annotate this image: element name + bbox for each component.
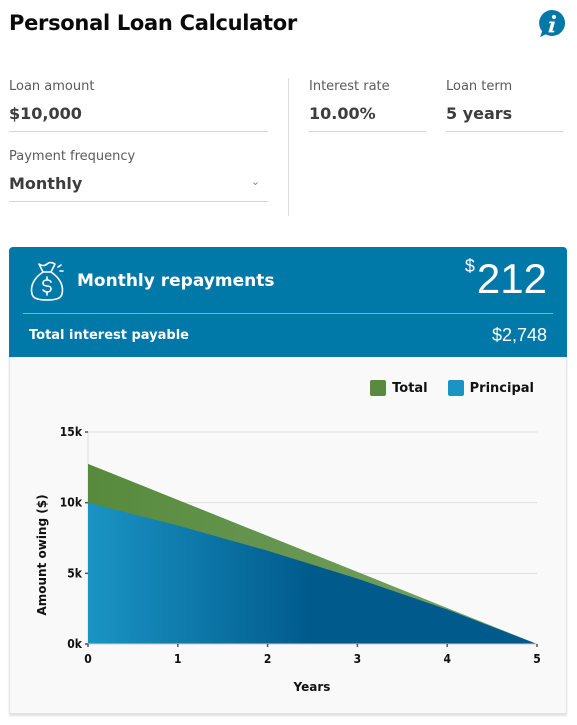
- y-axis-title: Amount owing ($): [35, 494, 49, 615]
- loan-amount-label: Loan amount: [9, 79, 95, 94]
- interest-rate-input[interactable]: 10.00%: [309, 104, 426, 123]
- interest-rate-field[interactable]: Interest rate 10.00%: [309, 79, 426, 133]
- x-tick-label: 0: [84, 652, 92, 666]
- currency-symbol: $: [464, 256, 475, 276]
- loan-amount-underline: [9, 131, 268, 132]
- loan-term-label: Loan term: [446, 79, 513, 94]
- x-tick-label: 2: [264, 652, 272, 666]
- info-icon[interactable]: [537, 9, 567, 39]
- repayment-amount: $212: [465, 255, 547, 303]
- column-divider: [288, 78, 289, 216]
- y-tick-label: 5k: [67, 566, 83, 580]
- y-tick-label: 15k: [60, 425, 83, 439]
- x-tick-label: 5: [533, 652, 541, 666]
- result-divider: [23, 313, 553, 314]
- money-bag-icon: [30, 261, 64, 301]
- interest-payable-label: Total interest payable: [29, 328, 189, 343]
- y-tick-label: 10k: [60, 496, 83, 510]
- x-tick-label: 4: [443, 652, 451, 666]
- loan-term-input[interactable]: 5 years: [446, 104, 563, 123]
- payment-frequency-select[interactable]: Payment frequency Monthly ⌄: [9, 149, 268, 203]
- payment-frequency-underline: [9, 201, 268, 202]
- loan-balance-chart: 0k 5k 10k 15k 0 1 2 3 4 5 Years Amount owing ($): [35, 425, 541, 694]
- result-panel: Monthly repayments $212 Total interest p…: [9, 247, 567, 357]
- repayment-value: 212: [476, 255, 547, 302]
- y-tick-label: 0k: [67, 637, 83, 651]
- interest-rate-label: Interest rate: [309, 79, 390, 94]
- loan-amount-input[interactable]: $10,000: [9, 104, 268, 123]
- loan-term-field[interactable]: Loan term 5 years: [446, 79, 563, 133]
- interest-payable-value: $2,748: [491, 325, 547, 345]
- page-title: Personal Loan Calculator: [9, 11, 297, 35]
- payment-frequency-value[interactable]: Monthly: [9, 174, 268, 193]
- x-axis-title: Years: [293, 680, 331, 694]
- x-tick-label: 3: [354, 652, 362, 666]
- x-tick-label: 1: [174, 652, 182, 666]
- loan-amount-field[interactable]: Loan amount $10,000: [9, 79, 268, 133]
- payment-frequency-label: Payment frequency: [9, 149, 136, 164]
- chevron-down-icon[interactable]: ⌄: [251, 175, 260, 188]
- interest-rate-underline: [309, 131, 426, 132]
- repayment-label: Monthly repayments: [77, 271, 275, 291]
- loan-term-underline: [446, 131, 563, 132]
- chart-card: Total Principal 0k 5k 10k 15k 0 1 2 3 4 5 Years A…: [9, 357, 567, 714]
